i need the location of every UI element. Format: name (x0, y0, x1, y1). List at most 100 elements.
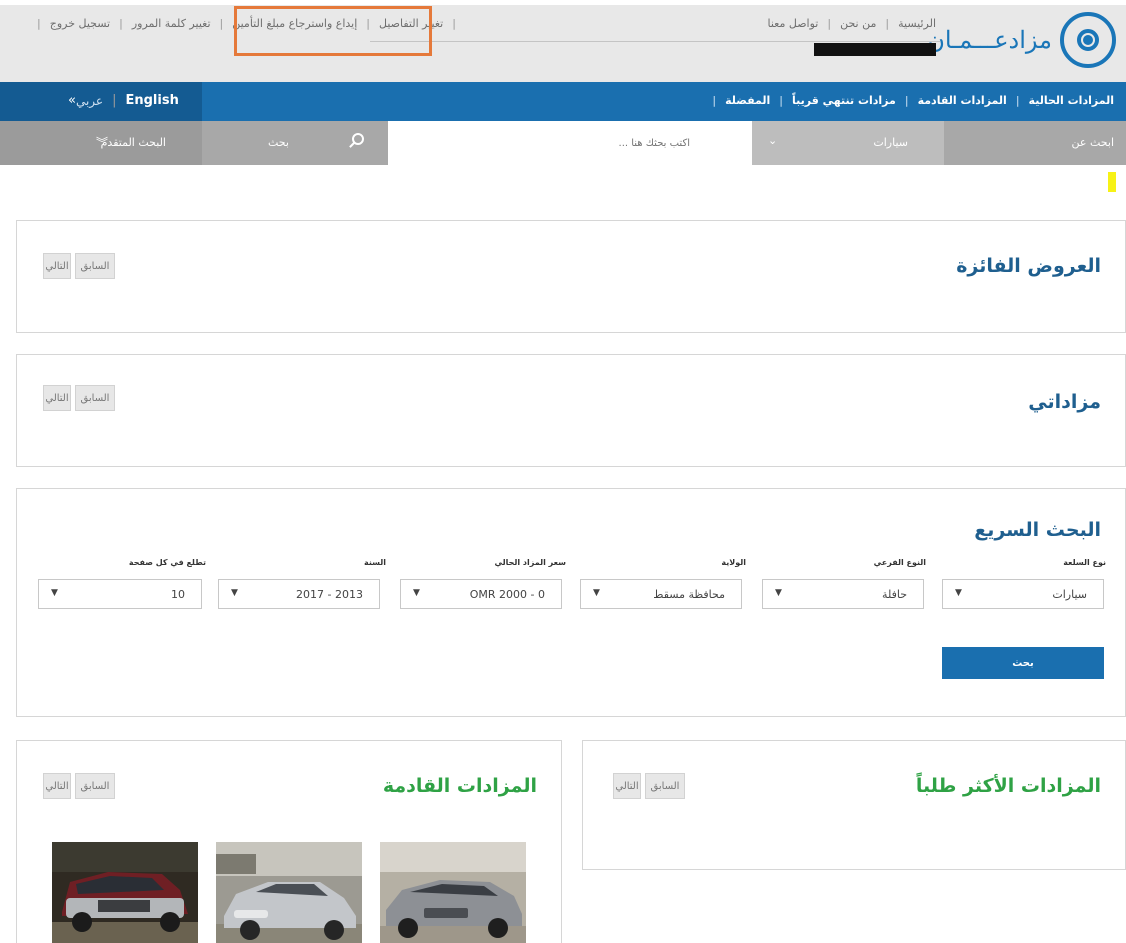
separator: | (119, 17, 123, 30)
top-nav-change-password[interactable]: تغيير كلمة المرور (132, 17, 211, 30)
panel-title: المزادات القادمة (382, 775, 537, 797)
nav-ending-soon[interactable]: مزادات تنتهي قريباً (792, 94, 896, 107)
header-rule (370, 41, 940, 42)
top-header: مزادعـــمـان الرئيسية | من نحن | تواصل م… (0, 0, 1126, 82)
panel-title: المزادات الأكثر طلباً (915, 775, 1101, 797)
car-thumbnail[interactable] (216, 842, 362, 943)
site-logo[interactable]: مزادعـــمـان (927, 10, 1116, 74)
yellow-marker (1108, 172, 1116, 192)
lang-arabic[interactable]: عربي (76, 94, 103, 108)
field-label-subtype: النوع الفرعي (873, 558, 926, 567)
logo-dot (1083, 35, 1093, 45)
select-value: 2013 - 2017 (296, 588, 363, 601)
prev-button[interactable]: السابق (75, 385, 115, 411)
my-auctions-panel: مزاداتي التالي السابق (16, 354, 1126, 467)
chevron-down-icon: ▼ (51, 588, 58, 598)
search-input[interactable] (388, 121, 752, 165)
nav-links: المزادات الحالية | المزادات القادمة | مز… (703, 94, 1114, 107)
search-button-label: بحث (268, 136, 289, 149)
logo-icon (1060, 12, 1116, 68)
chevron-down-icon: ▼ (593, 588, 600, 598)
separator: | (712, 94, 717, 107)
field-label-per-page: تطلع في كل صفحة (128, 558, 206, 567)
separator: | (885, 17, 890, 30)
next-button[interactable]: التالي (613, 773, 641, 799)
chevron-down-icon: ⌄ (768, 134, 778, 147)
field-label-year: السنة (363, 558, 386, 567)
pager: التالي السابق (613, 773, 685, 799)
nav-favorites[interactable]: المفضلة (725, 94, 770, 107)
select-current-price[interactable]: 0 - 2000 OMR ▼ (400, 579, 562, 609)
prev-button[interactable]: السابق (75, 773, 115, 799)
pager: التالي السابق (43, 253, 115, 279)
select-item-type[interactable]: سيارات ▼ (942, 579, 1104, 609)
select-value: حافلة (882, 588, 907, 601)
next-button[interactable]: التالي (43, 253, 71, 279)
select-subtype[interactable]: حافلة ▼ (762, 579, 924, 609)
field-label-current-price: سعر المزاد الحالي (494, 558, 566, 567)
top-line (0, 0, 1126, 5)
select-value: سيارات (1052, 588, 1087, 601)
separator: | (1015, 94, 1020, 107)
select-year[interactable]: 2013 - 2017 ▼ (218, 579, 380, 609)
pager: التالي السابق (43, 385, 115, 411)
nav-current-auctions[interactable]: المزادات الحالية (1029, 94, 1114, 107)
separator: | (452, 17, 456, 30)
separator: | (219, 17, 224, 30)
prev-button[interactable]: السابق (75, 253, 115, 279)
separator: | (779, 94, 783, 107)
search-category-value: سيارات (873, 136, 908, 149)
top-nav-contact[interactable]: تواصل معنا (768, 17, 819, 30)
search-for-label: ابحث عن (944, 121, 1126, 165)
search-icon (352, 133, 364, 145)
select-value: محافظة مسقط (653, 588, 725, 601)
separator: | (827, 17, 832, 30)
highlight-annotation-box (234, 6, 432, 56)
chevron-down-icon: ▼ (231, 588, 238, 598)
chevron-down-icon: ▼ (413, 588, 420, 598)
car-photo-sedan-silver (216, 842, 362, 943)
winning-offers-panel: العروض الفائزة التالي السابق (16, 220, 1126, 333)
language-switcher: English | عربي » (62, 93, 179, 108)
select-value: 0 - 2000 OMR (469, 588, 545, 601)
top-nav-home[interactable]: الرئيسية (898, 17, 936, 30)
most-wanted-panel: المزادات الأكثر طلباً التالي السابق (582, 740, 1126, 870)
select-value: 10 (171, 588, 185, 601)
next-button[interactable]: التالي (43, 773, 71, 799)
double-chevron-down-icon: ︾ (96, 136, 109, 150)
panel-title: البحث السريع (974, 519, 1101, 541)
separator: | (904, 94, 909, 107)
quick-search-submit-button[interactable]: بحث (942, 647, 1104, 679)
main-navbar: المزادات الحالية | المزادات القادمة | مز… (0, 82, 1126, 121)
double-chevron-icon: » (68, 93, 76, 108)
chevron-down-icon: ▼ (775, 588, 782, 598)
search-category-select[interactable]: سيارات ⌄ (752, 121, 944, 165)
car-photo-pickup (52, 842, 198, 943)
select-per-page[interactable]: 10 ▼ (38, 579, 202, 609)
next-button[interactable]: التالي (43, 385, 71, 411)
top-nav-main: الرئيسية | من نحن | تواصل معنا (768, 17, 936, 30)
advanced-search-label: البحث المتقدم (100, 136, 166, 149)
car-thumbnail[interactable] (380, 842, 526, 943)
top-nav-about[interactable]: من نحن (840, 17, 876, 30)
car-thumbnail[interactable] (52, 842, 198, 943)
prev-button[interactable]: السابق (645, 773, 685, 799)
field-label-item-type: نوع السلعة (1063, 558, 1106, 567)
top-nav-logout[interactable]: تسجيل خروج (50, 17, 110, 30)
panel-title: مزاداتي (1028, 391, 1101, 413)
select-region[interactable]: محافظة مسقط ▼ (580, 579, 742, 609)
panel-title: العروض الفائزة (956, 255, 1101, 277)
advanced-search-button[interactable]: البحث المتقدم ︾ (0, 121, 202, 165)
separator: | (37, 17, 41, 30)
chevron-down-icon: ▼ (955, 588, 962, 598)
field-label-region: الولاية (721, 558, 746, 567)
lang-english[interactable]: English (125, 93, 178, 108)
nav-upcoming-auctions[interactable]: المزادات القادمة (918, 94, 1007, 107)
search-bar: ابحث عن سيارات ⌄ بحث البحث المتقدم ︾ (0, 121, 1126, 165)
logo-text: مزادعـــمـان (927, 26, 1052, 54)
separator: | (112, 93, 117, 108)
car-photo-bmw-grey (380, 842, 526, 943)
search-button[interactable]: بحث (202, 121, 388, 165)
redacted-username (814, 43, 936, 56)
pager: التالي السابق (43, 773, 115, 799)
